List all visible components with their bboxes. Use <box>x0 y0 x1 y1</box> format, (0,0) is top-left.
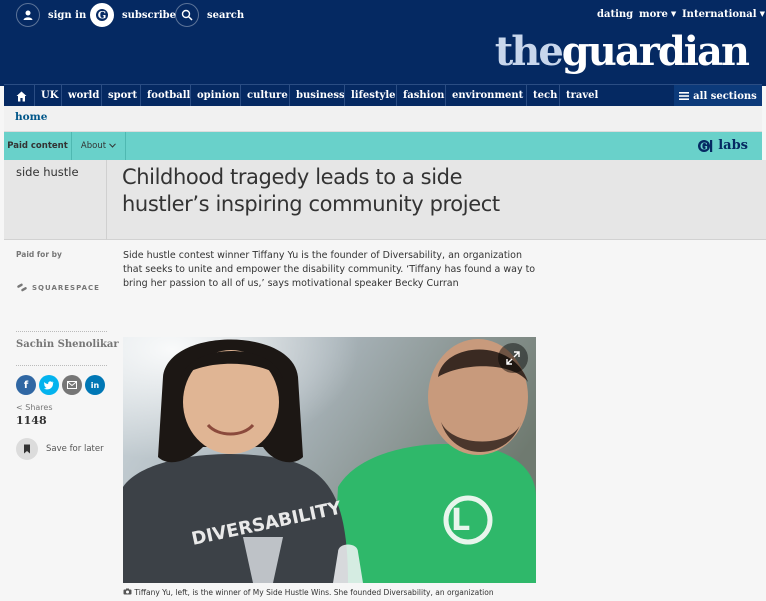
article-main-image[interactable]: DIVERSABILITY L <box>123 337 536 583</box>
nav-item-sport[interactable]: sport <box>108 85 137 107</box>
twitter-icon <box>44 380 54 389</box>
article-headline: Childhood tragedy leads to a side hustle… <box>122 165 500 216</box>
sign-in-button[interactable]: sign in <box>16 3 86 27</box>
nav-item-football[interactable]: football <box>147 85 190 107</box>
guardian-labs-icon: G <box>698 139 713 152</box>
more-menu[interactable]: more ▼ <box>639 9 676 20</box>
image-caption-text: Tiffany Yu, left, is the winner of My Si… <box>134 588 494 597</box>
squarespace-logo[interactable]: SQUARESPACE <box>16 283 100 292</box>
image-caption: Tiffany Yu, left, is the winner of My Si… <box>123 588 543 597</box>
email-share-button[interactable] <box>62 375 82 395</box>
headline-section: side hustle Childhood tragedy leads to a… <box>4 160 766 240</box>
user-icon <box>16 3 40 27</box>
nav-item-lifestyle[interactable]: lifestyle <box>351 85 395 107</box>
nav-item-travel[interactable]: travel <box>566 85 598 107</box>
logo-the: the <box>494 28 564 75</box>
nav-item-environment[interactable]: environment <box>452 85 523 107</box>
svg-text:G: G <box>700 142 708 152</box>
guardian-labs-logo[interactable]: G labs <box>698 138 748 153</box>
shares-label: < Shares <box>16 403 53 412</box>
chevron-down-icon <box>109 141 116 151</box>
sponsor-name: SQUARESPACE <box>32 283 100 292</box>
about-dropdown[interactable]: About <box>72 132 126 160</box>
subscribe-label: subscribe <box>122 9 177 21</box>
nav-item-world[interactable]: world <box>68 85 99 107</box>
search-button[interactable]: search <box>175 3 244 27</box>
caret-down-icon: ▼ <box>670 9 677 18</box>
author-byline[interactable]: Sachin Shenolikar <box>16 339 119 350</box>
expand-image-button[interactable] <box>498 343 528 373</box>
nav-item-tech[interactable]: tech <box>533 85 557 107</box>
guardian-logo[interactable]: theguardian <box>494 28 750 75</box>
more-label: more <box>639 9 668 20</box>
paid-content-bar: Paid content About G labs <box>4 132 762 160</box>
edition-switcher[interactable]: International ▼ <box>682 9 765 20</box>
svg-text:G: G <box>98 11 107 22</box>
search-icon <box>175 3 199 27</box>
camera-icon <box>123 588 134 597</box>
sign-in-label: sign in <box>48 9 87 21</box>
edition-label: International <box>682 9 757 20</box>
breadcrumb: home <box>4 106 762 132</box>
shares-label-text: Shares <box>25 403 53 412</box>
subscribe-button[interactable]: G subscribe <box>90 3 176 27</box>
all-sections-button[interactable]: all sections <box>674 85 762 107</box>
nav-item-opinion[interactable]: opinion <box>197 85 239 107</box>
linkedin-share-button[interactable]: in <box>85 375 105 395</box>
share-count: 1148 <box>16 414 47 427</box>
shirt-lettering-right: L <box>451 503 470 538</box>
share-icon: < <box>16 403 23 412</box>
save-for-later-label: Save for later <box>46 444 104 454</box>
share-buttons: f in <box>16 375 105 395</box>
dating-link[interactable]: dating <box>597 9 633 20</box>
facebook-share-button[interactable]: f <box>16 375 36 395</box>
facebook-icon: f <box>23 379 29 391</box>
bookmark-icon <box>16 438 38 460</box>
masthead: sign in G subscribe search dating more ▼ … <box>0 0 766 86</box>
logo-guardian: guardian <box>561 28 750 75</box>
nav-item-culture[interactable]: culture <box>247 85 288 107</box>
guardian-g-icon: G <box>90 3 114 27</box>
nav-item-fashion[interactable]: fashion <box>403 85 444 107</box>
main-navigation: UK world sport football opinion culture … <box>4 84 762 107</box>
article-standfirst: Side hustle contest winner Tiffany Yu is… <box>123 250 536 289</box>
nav-item-business[interactable]: business <box>296 85 345 107</box>
squarespace-icon <box>17 283 27 292</box>
twitter-share-button[interactable] <box>39 375 59 395</box>
menu-icon <box>679 92 690 100</box>
home-icon[interactable] <box>16 89 27 103</box>
caret-down-icon: ▼ <box>759 9 765 18</box>
paid-content-label: Paid content <box>4 132 72 160</box>
labs-label: labs <box>718 138 748 153</box>
all-sections-label: all sections <box>693 90 757 102</box>
email-icon <box>67 381 77 389</box>
linkedin-icon: in <box>90 380 100 390</box>
section-label[interactable]: side hustle <box>16 165 79 179</box>
about-label: About <box>80 141 107 151</box>
paid-for-by-label: Paid for by <box>16 250 62 259</box>
search-label: search <box>207 9 245 21</box>
save-for-later-button[interactable]: Save for later <box>16 438 104 460</box>
expand-icon <box>506 351 520 365</box>
breadcrumb-home[interactable]: home <box>15 111 47 123</box>
nav-item-uk[interactable]: UK <box>41 85 58 107</box>
